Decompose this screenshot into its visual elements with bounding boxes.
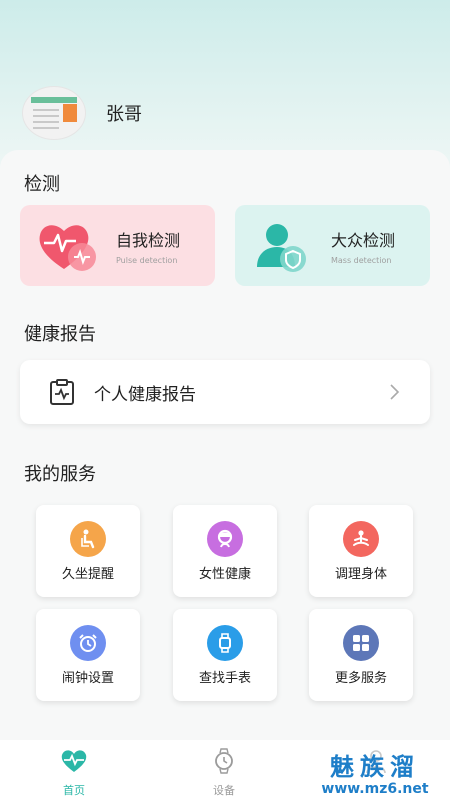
service-label: 调理身体 xyxy=(334,567,387,582)
grid-icon xyxy=(343,625,379,661)
watch-icon xyxy=(211,748,237,778)
profile-header[interactable]: 张哥 xyxy=(22,86,142,140)
service-label: 更多服务 xyxy=(334,671,387,686)
self-detection-card[interactable]: 自我检测 Pulse detection xyxy=(20,205,215,286)
self-detection-sublabel: Pulse detection xyxy=(116,255,178,265)
heart-pulse-icon xyxy=(32,211,102,281)
person-shield-icon xyxy=(247,211,317,281)
mass-detection-card[interactable]: 大众检测 Mass detection xyxy=(235,205,430,286)
heartbeat-icon xyxy=(59,750,89,778)
watch-icon xyxy=(207,625,243,661)
service-female-health[interactable]: 女性健康 xyxy=(173,505,277,597)
service-sitting-reminder[interactable]: 久坐提醒 xyxy=(36,505,140,597)
service-find-watch[interactable]: 查找手表 xyxy=(173,609,277,701)
mass-detection-sublabel: Mass detection xyxy=(331,255,392,265)
female-icon xyxy=(207,521,243,557)
services-section-title: 我的服务 xyxy=(24,464,96,485)
watermark-url: www.mz6.net xyxy=(321,781,429,797)
sitting-icon xyxy=(70,521,106,557)
service-body-care[interactable]: 调理身体 xyxy=(309,505,413,597)
chevron-right-icon xyxy=(388,380,402,408)
alarm-clock-icon xyxy=(70,625,106,661)
mass-detection-label: 大众检测 xyxy=(331,230,396,250)
service-label: 闹钟设置 xyxy=(61,671,114,686)
tab-device-label: 设备 xyxy=(213,784,235,797)
service-label: 久坐提醒 xyxy=(61,567,114,582)
user-name: 张哥 xyxy=(106,104,142,125)
service-label: 查找手表 xyxy=(198,671,251,686)
meditation-icon xyxy=(343,521,379,557)
personal-report-label: 个人健康报告 xyxy=(94,384,196,405)
tab-device[interactable]: 设备 xyxy=(194,748,254,798)
service-label: 女性健康 xyxy=(198,567,251,582)
self-detection-label: 自我检测 xyxy=(116,230,181,250)
service-alarm-settings[interactable]: 闹钟设置 xyxy=(36,609,140,701)
watermark: 魅族溜 www.mz6.net xyxy=(305,753,445,797)
tab-home-label: 首页 xyxy=(63,784,85,797)
service-more[interactable]: 更多服务 xyxy=(309,609,413,701)
main-panel: 检测 自我检测 Pulse detection 大众检测 Mass detect… xyxy=(0,150,450,800)
report-section-title: 健康报告 xyxy=(24,324,96,345)
watermark-text: 魅族溜 xyxy=(330,753,420,781)
clipboard-pulse-icon xyxy=(48,378,76,406)
tab-home[interactable]: 首页 xyxy=(44,748,104,798)
personal-report-item[interactable]: 个人健康报告 xyxy=(20,360,430,424)
services-grid: 久坐提醒 女性健康 调理身体 闹钟设置 查找手表 更多服务 xyxy=(36,505,414,705)
avatar[interactable] xyxy=(22,86,86,140)
detection-section-title: 检测 xyxy=(24,174,60,195)
